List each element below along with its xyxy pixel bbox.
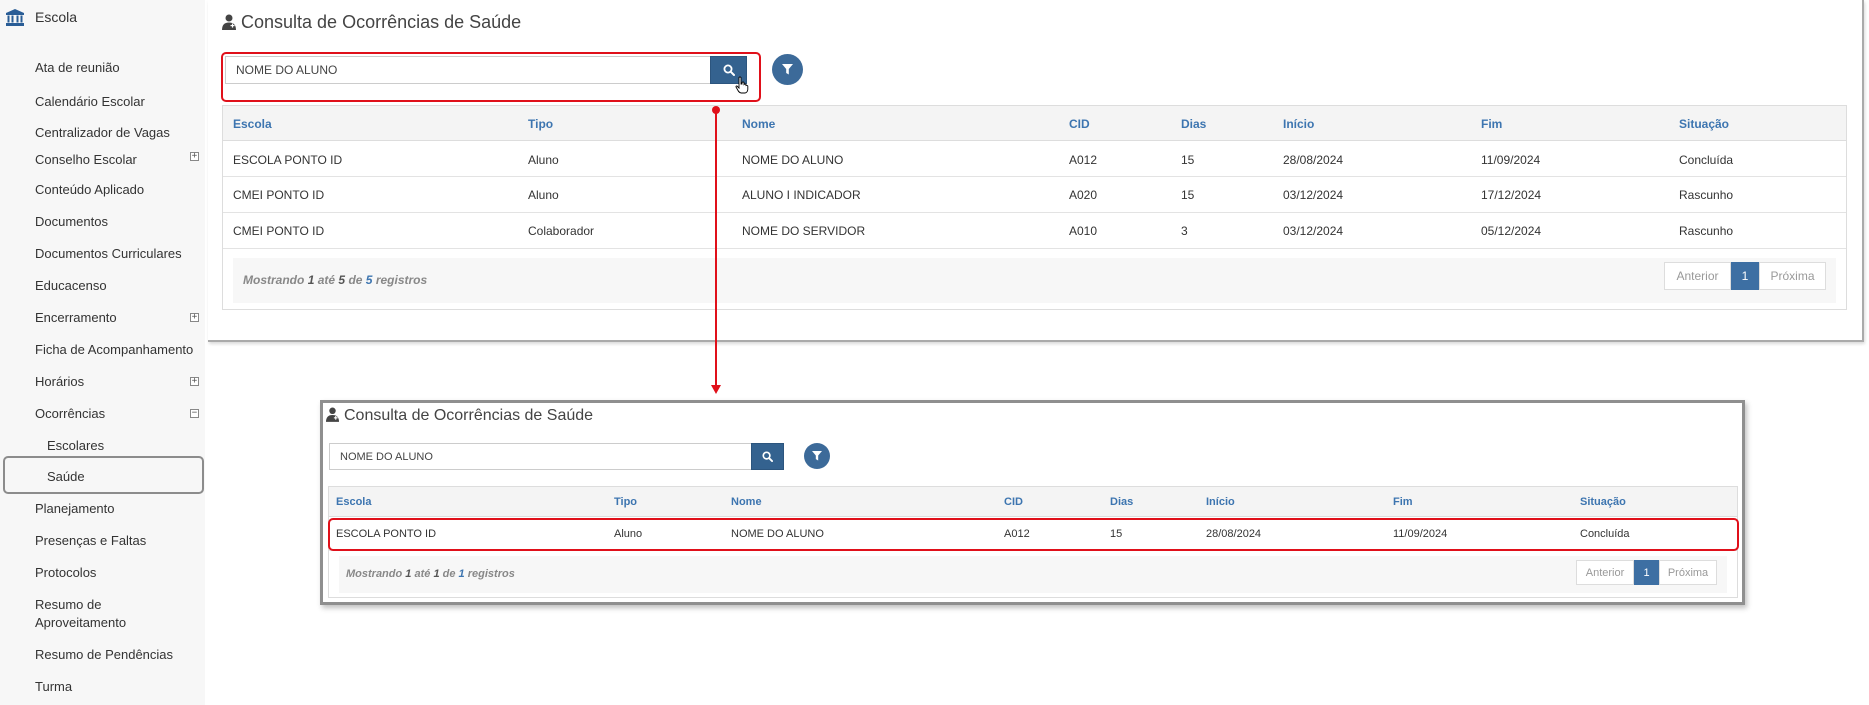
result-row-highlight (328, 518, 1739, 551)
column-header-cid[interactable]: CID (1004, 496, 1023, 508)
page-title-text: Consulta de Ocorrências de Saúde (344, 407, 594, 424)
column-header-escola[interactable]: Escola (336, 496, 371, 508)
column-header-situacao[interactable]: Situação (1580, 496, 1626, 508)
user-medical-icon (326, 407, 339, 422)
column-header-nome[interactable]: Nome (731, 496, 762, 508)
records-summary: Mostrando 1 até 1 de 1 registros (346, 568, 515, 580)
table-footer: Mostrando 1 até 1 de 1 registros Anterio… (339, 556, 1727, 593)
search-panel-after: Consulta de Ocorrências de Saúde NOME DO… (320, 400, 1745, 605)
pagination-next[interactable]: Próxima (1659, 560, 1717, 585)
search-icon (762, 451, 773, 462)
column-header-tipo[interactable]: Tipo (614, 496, 637, 508)
search-input-value: NOME DO ALUNO (340, 450, 433, 463)
column-header-fim[interactable]: Fim (1393, 496, 1413, 508)
column-header-inicio[interactable]: Início (1206, 496, 1235, 508)
table-header: Escola Tipo Nome CID Dias Início Fim Sit… (329, 487, 1737, 517)
filter-button[interactable] (804, 443, 830, 469)
pagination: Anterior 1 Próxima (1576, 560, 1717, 585)
results-table: Escola Tipo Nome CID Dias Início Fim Sit… (328, 486, 1739, 598)
search-input[interactable]: NOME DO ALUNO (329, 443, 753, 470)
pagination-page-1[interactable]: 1 (1634, 560, 1659, 585)
column-header-dias[interactable]: Dias (1110, 496, 1133, 508)
page-title: Consulta de Ocorrências de Saúde (326, 407, 593, 425)
pagination-previous[interactable]: Anterior (1576, 560, 1634, 585)
search-button[interactable] (751, 443, 784, 470)
filter-icon (812, 451, 822, 461)
